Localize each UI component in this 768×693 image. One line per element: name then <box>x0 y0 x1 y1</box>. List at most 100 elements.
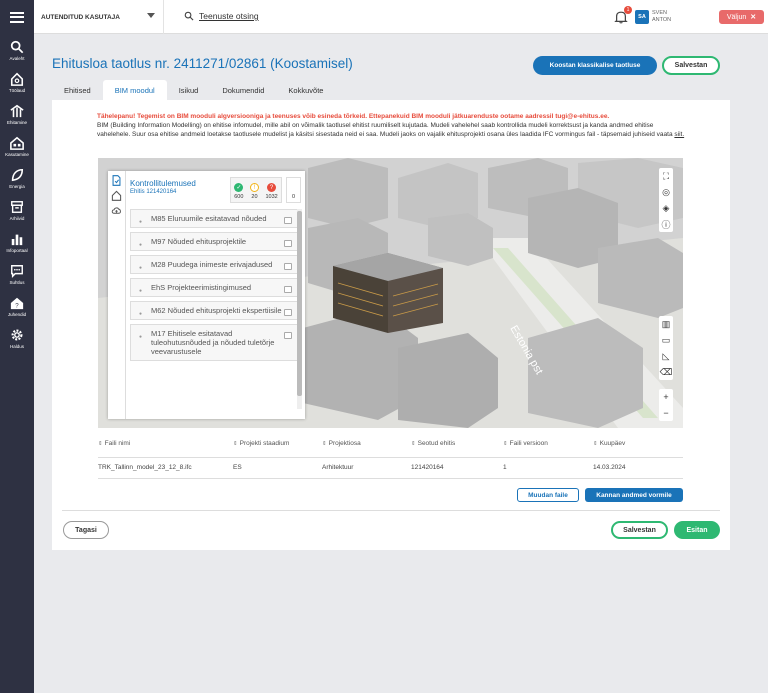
back-button[interactable]: Tagasi <box>63 521 109 539</box>
avatar[interactable]: SA <box>635 10 649 24</box>
layers-icon[interactable]: ◈ <box>659 200 673 216</box>
transfer-data-button[interactable]: Kannan andmed vormile <box>585 488 683 502</box>
classic-application-button[interactable]: Koostan klassikalise taotluse <box>533 56 657 75</box>
instructions-link[interactable]: siit. <box>674 131 684 138</box>
bim-description: BIM (Building Information Modelling) on … <box>97 121 687 139</box>
page-title: Ehitusloa taotlus nr. 2411271/02861 (Koo… <box>52 56 353 71</box>
notification-badge: 1 <box>624 6 632 14</box>
table-cell: 1 <box>503 464 507 471</box>
col-header-file-name[interactable]: ⇕ Faili nimi <box>98 440 130 447</box>
zoom-in-icon[interactable]: + <box>659 389 673 405</box>
requirements-list: ● M85 Eluruumile esitatavad nõuded ● M97 N… <box>130 209 298 365</box>
stat-ok[interactable]: ✓ 600 <box>234 183 243 200</box>
sidebar-item-juhendid[interactable]: ? Juhendid <box>0 290 34 322</box>
service-search-link[interactable]: Teenuste otsing <box>184 11 259 21</box>
sidebar-item-avaleht[interactable]: Avaleht <box>0 34 34 66</box>
warning-icon: ! <box>249 183 259 192</box>
stat-other[interactable]: 0 <box>286 177 301 203</box>
tab-dokumendid[interactable]: Dokumendid <box>210 80 276 100</box>
bim-3d-viewer[interactable]: Estonia pst Kontrollitulemused Ehitis 12… <box>98 158 683 428</box>
list-item[interactable]: ● M28 Puudega inimeste erivajadused <box>130 255 298 274</box>
check-icon: ✓ <box>234 183 244 192</box>
panel-scrollbar[interactable] <box>297 209 302 409</box>
tab-kokkuvote[interactable]: Kokkuvõte <box>276 80 335 100</box>
sidebar-item-label: Arhiivid <box>9 215 25 221</box>
viewer-top-tools: ⛶ ◎ ◈ ⓘ <box>659 168 673 232</box>
building-icon <box>10 104 24 117</box>
list-item[interactable]: ● M17 Ehitisele esitatavad tuleohutusnõud… <box>130 324 298 361</box>
col-header-file-version[interactable]: ⇕ Faili versioon <box>503 440 548 447</box>
checkbox[interactable] <box>284 286 292 293</box>
list-item[interactable]: ● M85 Eluruumile esitatavad nõuded <box>130 209 298 228</box>
angle-icon[interactable]: ◺ <box>659 348 673 364</box>
sidebar-item-haldus[interactable]: Haldus <box>0 322 34 354</box>
sidebar-item-kasutamine[interactable]: Kasutamine <box>0 130 34 162</box>
search-icon <box>10 40 24 53</box>
requirement-label: M85 Eluruumile esitatavad nõuded <box>151 214 267 223</box>
cloud-upload-icon[interactable] <box>111 205 122 216</box>
top-bar: AUTENDITUD KASUTAJA Teenuste otsing 1 SA… <box>34 0 768 34</box>
svg-text:?: ? <box>15 302 19 309</box>
checkbox[interactable] <box>284 217 292 224</box>
table-cell: 14.03.2024 <box>593 464 626 471</box>
panel-toolstrip <box>108 171 126 419</box>
fullscreen-icon[interactable]: ⛶ <box>659 168 673 184</box>
sidebar-item-energia[interactable]: Energia <box>0 162 34 194</box>
auth-user-select[interactable]: AUTENDITUD KASUTAJA <box>34 0 164 34</box>
menu-toggle[interactable] <box>0 0 34 34</box>
save-button-bottom[interactable]: Salvestan <box>611 521 668 539</box>
leaf-icon <box>11 168 24 181</box>
col-header-project-part[interactable]: ⇕ Projektiosa <box>322 440 361 447</box>
user-last-name: ANTON <box>652 16 672 23</box>
col-header-linked-building[interactable]: ⇕ Seotud ehitis <box>411 440 455 447</box>
sidebar-item-infoportaal[interactable]: Infoportaal <box>0 226 34 258</box>
divider <box>62 510 720 511</box>
tab-isikud[interactable]: Isikud <box>167 80 211 100</box>
sidebar-item-arhiivid[interactable]: Arhiivid <box>0 194 34 226</box>
scrollbar-thumb[interactable] <box>297 211 302 396</box>
home-icon[interactable] <box>111 190 122 201</box>
col-header-label: Projektiosa <box>328 440 361 447</box>
gear-icon <box>11 329 23 340</box>
checkbox[interactable] <box>284 240 292 247</box>
requirement-label: EhS Projekteerimistingimused <box>151 283 252 292</box>
requirement-label: M62 Nõuded ehitusprojekti ekspertiisile <box>151 306 282 315</box>
focus-icon[interactable]: ◎ <box>659 184 673 200</box>
checkbox[interactable] <box>284 332 292 339</box>
search-label: Teenuste otsing <box>199 11 259 21</box>
zoom-out-icon[interactable]: − <box>659 405 673 421</box>
notifications-button[interactable]: 1 <box>614 6 632 25</box>
col-header-project-stage[interactable]: ⇕ Projekti staadium <box>233 440 289 447</box>
hamburger-icon <box>10 11 24 23</box>
save-button-top[interactable]: Salvestan <box>662 56 720 75</box>
sidebar-item-toolaud[interactable]: Töölaud <box>0 66 34 98</box>
sidebar-item-label: Ehitamine <box>6 119 27 125</box>
checkbox[interactable] <box>284 263 292 270</box>
tab-ehitised[interactable]: Ehitised <box>52 80 103 100</box>
change-file-button[interactable]: Muudan faile <box>517 488 579 502</box>
list-item[interactable]: ● M62 Nõuded ehitusprojekti ekspertiisile <box>130 301 298 320</box>
col-header-date[interactable]: ⇕ Kuupäev <box>593 440 625 447</box>
stat-error[interactable]: ? 1032 <box>265 183 278 200</box>
map-icon[interactable]: ▥ <box>659 316 673 332</box>
col-header-label: Faili nimi <box>104 440 131 447</box>
ruler-icon[interactable]: ▭ <box>659 332 673 348</box>
document-icon[interactable] <box>111 175 122 186</box>
tab-bim-moodul[interactable]: BIM moodul <box>102 80 167 100</box>
table-cell: Arhitektuur <box>322 464 354 471</box>
list-item[interactable]: ● M97 Nõuded ehitusprojektile <box>130 232 298 251</box>
logout-button[interactable]: Väljun ✕ <box>719 10 764 24</box>
sort-icon: ⇕ <box>411 441 416 447</box>
guide-icon: ? <box>10 297 24 309</box>
info-icon[interactable]: ⓘ <box>659 216 673 232</box>
checkbox[interactable] <box>284 309 292 316</box>
list-item[interactable]: ● EhS Projekteerimistingimused <box>130 278 298 297</box>
eraser-icon[interactable]: ⌫ <box>659 364 673 380</box>
bullet-icon: ● <box>139 219 143 225</box>
sidebar-item-ehitamine[interactable]: Ehitamine <box>0 98 34 130</box>
sidebar-item-suhtlus[interactable]: Suhtlus <box>0 258 34 290</box>
submit-button[interactable]: Esitan <box>674 521 720 539</box>
house-icon <box>10 136 24 150</box>
stat-warning[interactable]: ! 20 <box>249 183 259 200</box>
bullet-icon: ● <box>139 242 143 248</box>
